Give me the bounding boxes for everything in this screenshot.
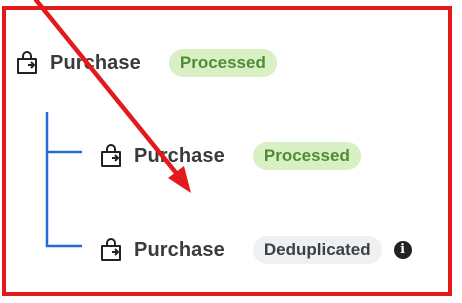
status-badge: Processed [168, 49, 277, 77]
tree-node-child[interactable]: Purchase Deduplicated i [98, 230, 412, 270]
node-label: Purchase [134, 144, 225, 167]
node-label: Purchase [134, 238, 225, 261]
node-label: Purchase [50, 51, 141, 74]
info-icon[interactable]: i [393, 241, 412, 259]
shopping-bag-icon [17, 51, 37, 74]
tree-node-child[interactable]: Purchase Processed [98, 136, 361, 176]
tree-node-root[interactable]: Purchase Processed [14, 43, 277, 83]
shopping-bag-icon [101, 238, 121, 261]
status-badge: Processed [252, 142, 361, 170]
shopping-bag-icon [101, 144, 121, 167]
status-badge: Deduplicated [252, 236, 382, 264]
